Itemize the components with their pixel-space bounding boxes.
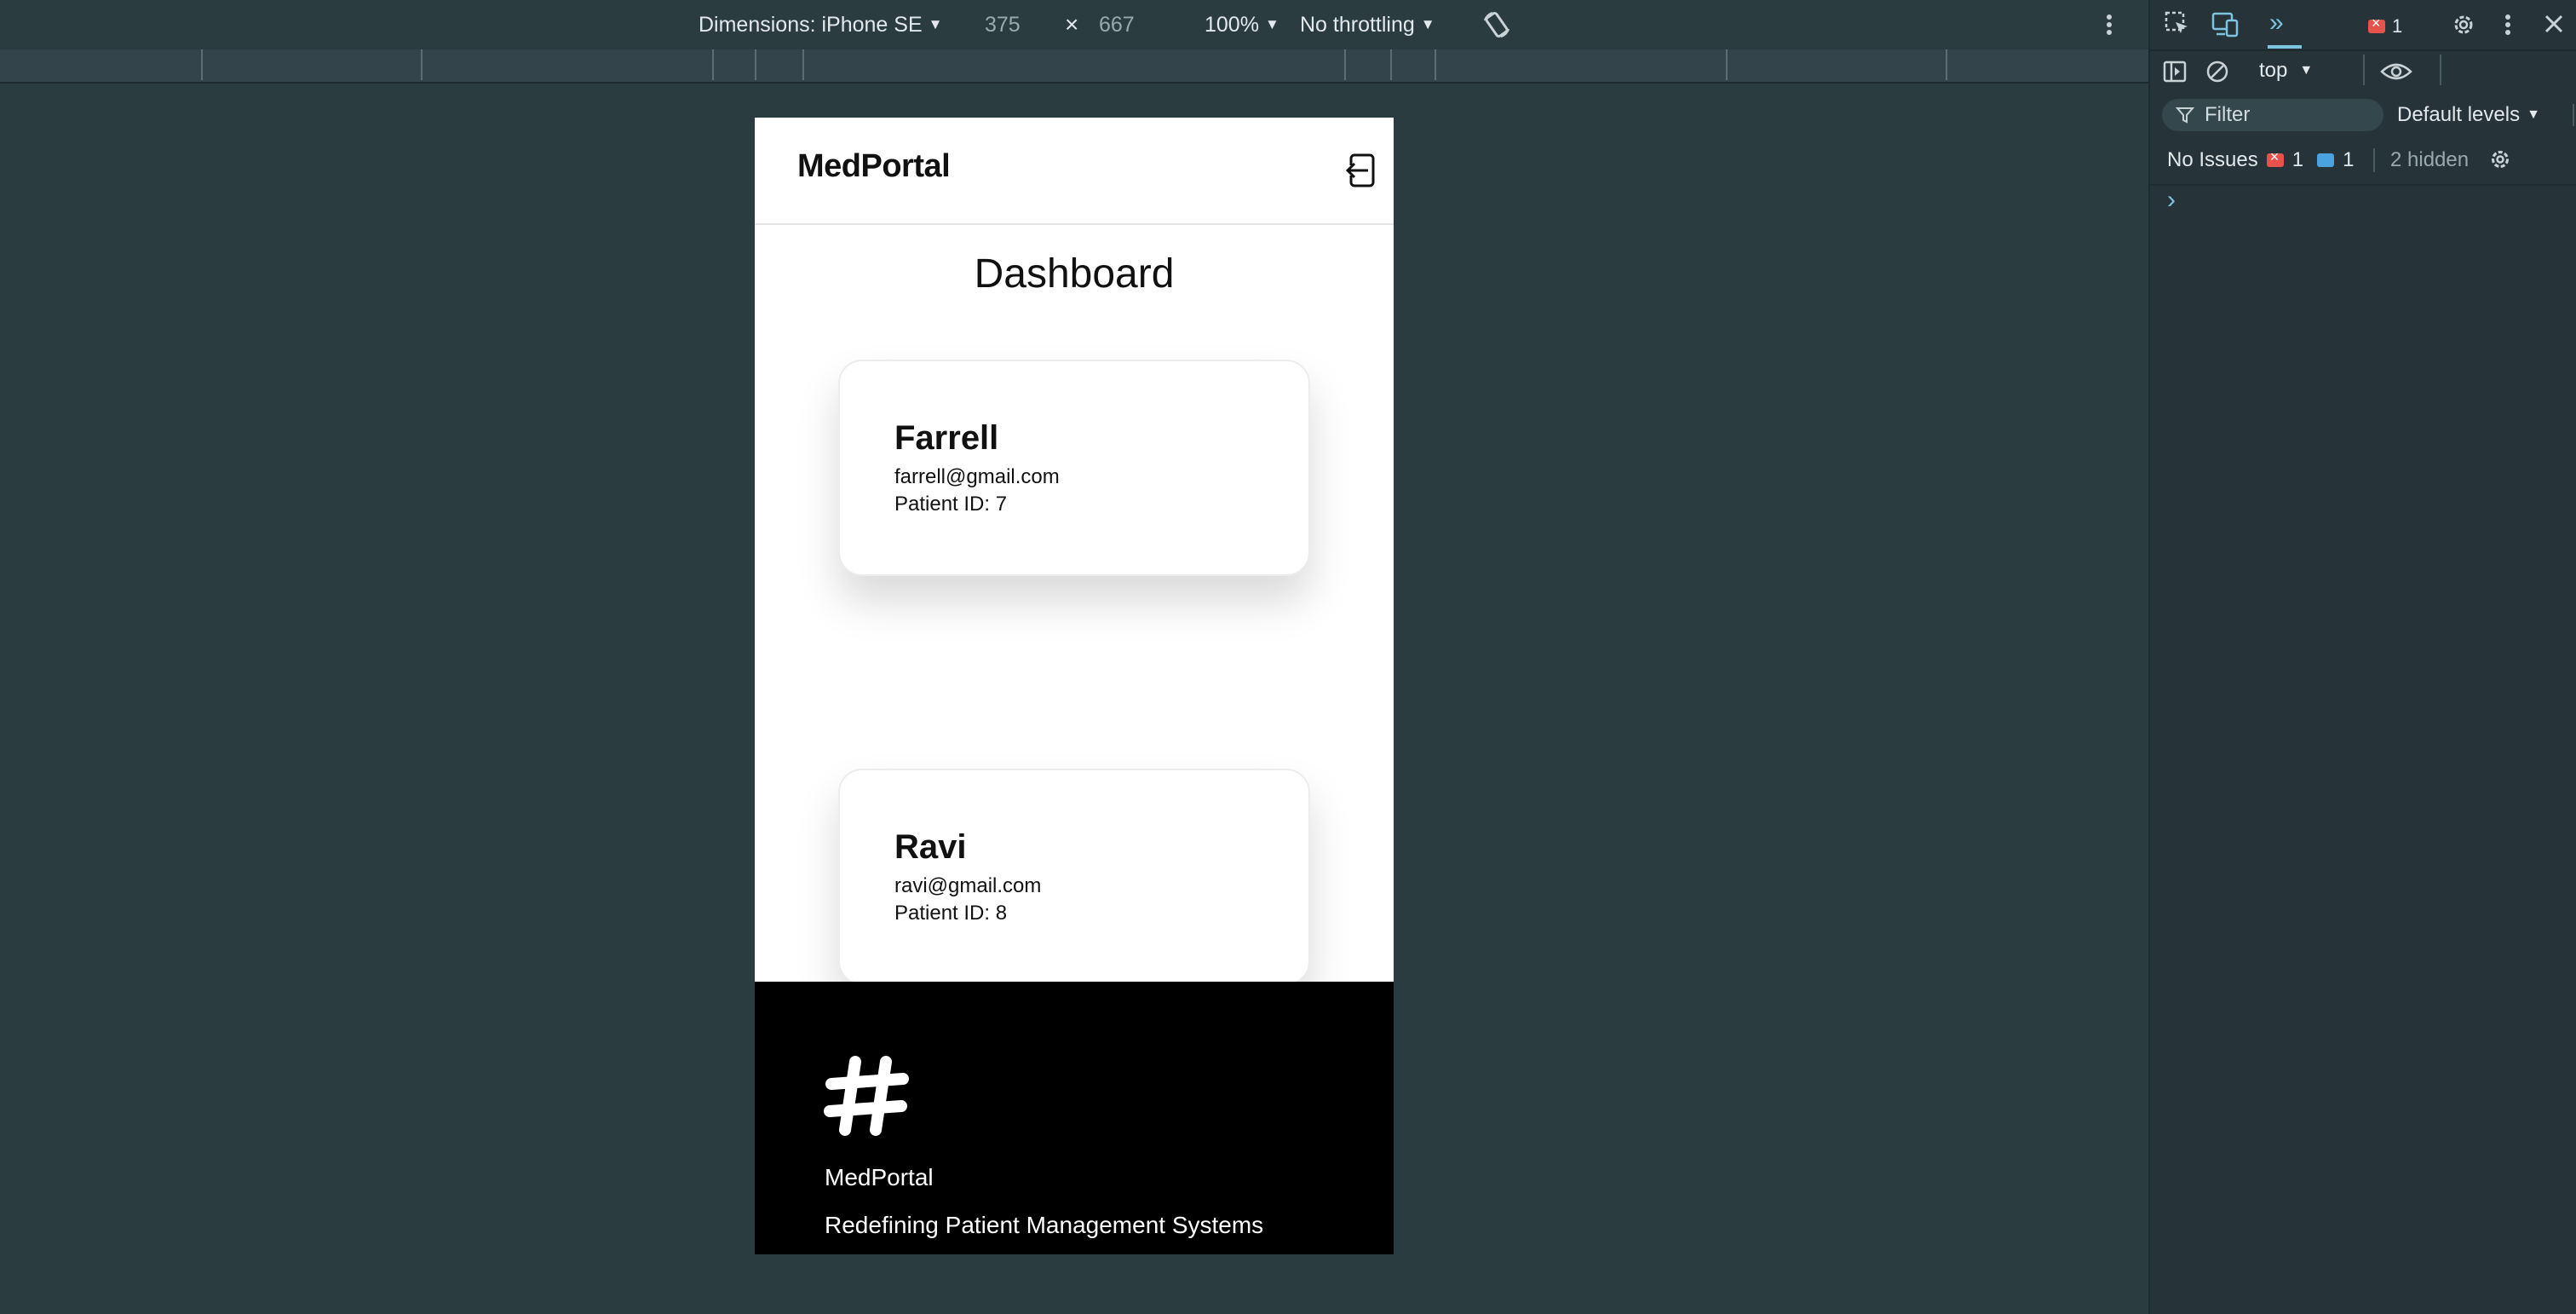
clear-console-button[interactable] <box>2205 59 2230 84</box>
device-toolbar: Dimensions: iPhone SE ▼ 375 × 667 100% ▼… <box>0 0 2148 51</box>
patient-email: ravi@gmail.com <box>894 874 1042 897</box>
media-query-marker[interactable] <box>201 49 203 80</box>
hidden-count: 2 hidden <box>2390 148 2470 171</box>
issue-error-count: 1 <box>2291 148 2304 171</box>
message-badge-icon <box>2317 153 2335 167</box>
error-badge-icon <box>2266 148 2284 167</box>
times-separator: × <box>1065 11 1079 37</box>
media-query-marker[interactable] <box>1344 49 1346 80</box>
gear-icon <box>2492 151 2509 168</box>
footer-brand: MedPortal <box>825 1164 934 1190</box>
console-toolbar: top ▼ <box>2150 51 2576 92</box>
device-viewport: MedPortal Dashboard Farrell farrell@gmai… <box>755 118 1394 1254</box>
eye-icon <box>2380 63 2412 80</box>
app-brand[interactable]: MedPortal <box>797 148 951 185</box>
chevron-down-icon: ▼ <box>2299 63 2314 78</box>
patient-name: Farrell <box>894 419 999 457</box>
live-expression-button[interactable] <box>2380 61 2412 82</box>
media-query-marker[interactable] <box>1726 49 1728 80</box>
logout-icon[interactable] <box>1343 152 1380 189</box>
toolbar-divider <box>2373 148 2375 172</box>
error-counter[interactable]: 1 <box>2368 14 2403 37</box>
kebab-icon <box>2107 14 2112 35</box>
zoom-label: 100% <box>1205 12 1259 37</box>
rotate-button[interactable] <box>1481 0 1513 49</box>
settings-button[interactable] <box>2450 11 2477 38</box>
toolbar-divider <box>2440 55 2441 85</box>
console-tab[interactable]: » <box>2269 9 2284 37</box>
device-toggle-button[interactable] <box>2211 10 2240 37</box>
clear-icon <box>2206 61 2228 83</box>
levels-label: Default levels <box>2397 103 2521 126</box>
page-title: Dashboard <box>974 251 1175 297</box>
chevrons-right-icon: » <box>2269 9 2284 37</box>
patient-card[interactable]: Ravi ravi@gmail.com Patient ID: 8 <box>838 769 1310 985</box>
hashtag-logo-icon <box>824 1056 909 1136</box>
sidebar-toggle-button[interactable] <box>2162 59 2188 84</box>
toolbar-divider <box>2363 55 2365 85</box>
console-filter-input[interactable]: Filter <box>2162 99 2383 131</box>
patient-card[interactable]: Farrell farrell@gmail.com Patient ID: 7 <box>838 360 1310 576</box>
console-prompt[interactable]: › <box>2167 186 2176 215</box>
error-count: 1 <box>2392 15 2403 37</box>
dimensions-label: Dimensions: iPhone SE <box>699 12 923 37</box>
zoom-dropdown[interactable]: 100% ▼ <box>1205 0 1279 49</box>
media-query-marker[interactable] <box>1946 49 1947 80</box>
close-icon <box>2544 14 2563 33</box>
devtools-panel: » 1 <box>2148 0 2576 1314</box>
throttling-dropdown[interactable]: No throttling ▼ <box>1300 0 1435 49</box>
patient-id: Patient ID: 8 <box>894 902 1008 925</box>
gear-icon <box>2454 15 2473 34</box>
chevron-down-icon: ▼ <box>1420 16 1435 32</box>
console-settings-button[interactable] <box>2487 147 2513 172</box>
toolbar-divider <box>2573 104 2574 126</box>
active-tab-indicator <box>2268 45 2302 49</box>
log-levels-dropdown[interactable]: Default levels ▼ <box>2397 99 2540 131</box>
app-footer: MedPortal Redefining Patient Management … <box>755 982 1394 1254</box>
throttling-label: No throttling <box>1300 12 1415 37</box>
footer-tagline: Redefining Patient Management Systems <box>825 1212 1264 1238</box>
inspect-element-button[interactable] <box>2164 10 2191 37</box>
device-mode-icon <box>2211 12 2239 37</box>
inspect-icon <box>2165 11 2188 33</box>
sidebar-icon <box>2163 61 2187 83</box>
devtools-main-toolbar: » 1 <box>2150 0 2576 51</box>
rotate-icon <box>1483 11 1510 38</box>
devtools-more-button[interactable] <box>2503 12 2513 37</box>
media-query-marker[interactable] <box>1390 49 1392 80</box>
patient-email: farrell@gmail.com <box>894 465 1060 488</box>
media-query-marker[interactable] <box>755 49 756 80</box>
console-filter-row: Filter Default levels ▼ <box>2150 92 2576 136</box>
close-devtools-button[interactable] <box>2542 12 2566 36</box>
media-query-marker[interactable] <box>1435 49 1436 80</box>
issues-row: No Issues 1 1 2 hidden <box>2150 136 2576 186</box>
kebab-icon <box>2505 14 2510 35</box>
chevron-down-icon: ▼ <box>2527 107 2540 122</box>
media-query-bar <box>0 49 2148 84</box>
issues-link[interactable]: No Issues 1 1 <box>2167 145 2354 176</box>
issue-message-count: 1 <box>2343 148 2355 171</box>
patient-id: Patient ID: 7 <box>894 493 1008 516</box>
media-query-marker[interactable] <box>712 49 714 80</box>
height-input[interactable]: 667 <box>1099 0 1135 49</box>
issues-label: No Issues <box>2167 148 2258 171</box>
context-label: top <box>2259 59 2288 82</box>
context-selector[interactable]: top ▼ <box>2259 58 2313 84</box>
chevron-down-icon: ▼ <box>1264 16 1279 32</box>
media-query-marker[interactable] <box>802 49 804 80</box>
filter-placeholder: Filter <box>2205 103 2251 126</box>
error-badge-icon <box>2368 14 2385 33</box>
patient-name: Ravi <box>894 828 967 866</box>
filter-icon <box>2176 107 2194 124</box>
more-options-button[interactable] <box>2104 0 2114 49</box>
dimensions-dropdown[interactable]: Dimensions: iPhone SE ▼ <box>699 0 942 49</box>
chevron-down-icon: ▼ <box>928 16 943 32</box>
app-header: MedPortal <box>755 118 1394 225</box>
media-query-marker[interactable] <box>421 49 423 80</box>
width-input[interactable]: 375 <box>985 0 1021 49</box>
